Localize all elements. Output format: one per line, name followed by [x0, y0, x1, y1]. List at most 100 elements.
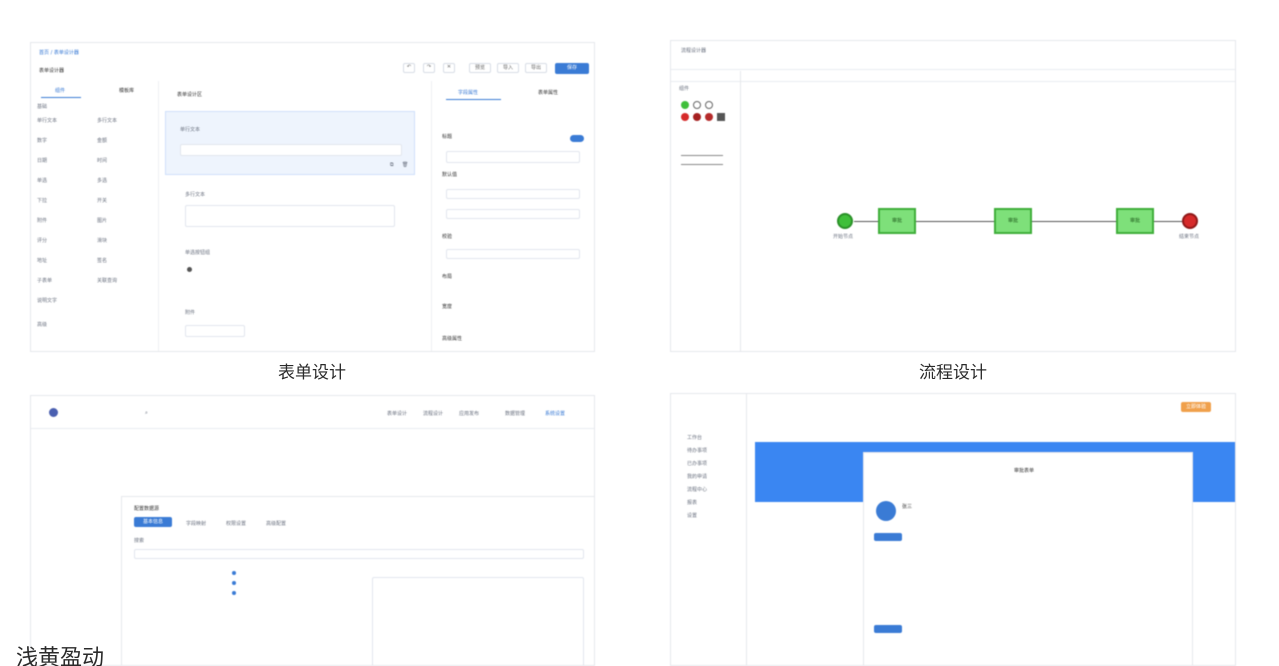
- component-item[interactable]: 时间: [97, 155, 107, 165]
- tab-field-mapping[interactable]: 字段映射: [186, 520, 206, 527]
- sidebar-item[interactable]: 我的申请: [687, 473, 707, 480]
- try-now-button[interactable]: 立即体验: [1181, 402, 1211, 412]
- form-canvas: 表单设计区 单行文本 ⧉ 🗑 多行文本 单选按钮组 附件: [165, 81, 423, 351]
- component-item[interactable]: 开关: [97, 195, 107, 205]
- default-input[interactable]: [446, 189, 580, 199]
- export-button[interactable]: 导出: [525, 63, 547, 73]
- tab-components[interactable]: 组件: [55, 87, 65, 94]
- end-node[interactable]: [1182, 213, 1198, 229]
- task-node[interactable]: 审批: [994, 208, 1032, 234]
- prop-label: 校验: [442, 234, 453, 240]
- radio-icon[interactable]: [187, 267, 192, 272]
- component-item[interactable]: 金额: [97, 135, 107, 145]
- preview-button[interactable]: 预览: [469, 63, 491, 73]
- nav-item[interactable]: 应用发布: [459, 410, 479, 417]
- nav-item[interactable]: 表单设计: [387, 410, 407, 417]
- tab-permissions[interactable]: 权限设置: [226, 520, 246, 527]
- active-tab-indicator: [446, 99, 501, 100]
- error-end-icon[interactable]: [693, 113, 701, 121]
- sequence-flow[interactable]: [854, 221, 878, 222]
- terminate-icon[interactable]: [705, 113, 713, 121]
- tab-form-props[interactable]: 表单属性: [538, 89, 558, 96]
- import-button[interactable]: 导入: [497, 63, 519, 73]
- component-item[interactable]: 签名: [97, 255, 107, 265]
- logo-icon: [49, 408, 58, 417]
- section-tag: [874, 533, 902, 541]
- component-item[interactable]: 滑块: [97, 235, 107, 245]
- overlay-caption: 浅黄盈动: [15, 646, 104, 666]
- start-node-icon[interactable]: [681, 101, 689, 109]
- prop-label: 宽度: [442, 304, 453, 310]
- sequence-flow[interactable]: [1032, 221, 1116, 222]
- task-node[interactable]: 审批: [1116, 208, 1154, 234]
- tab-field-props[interactable]: 字段属性: [458, 89, 478, 96]
- title-input[interactable]: [446, 151, 580, 163]
- radio-icon[interactable]: [232, 591, 236, 595]
- card-title: 审批表单: [1014, 468, 1035, 474]
- preview-area: [372, 577, 584, 665]
- component-item[interactable]: 多选: [97, 175, 107, 185]
- upload-box[interactable]: [185, 325, 245, 337]
- form-card: 审批表单 张三: [863, 452, 1193, 665]
- avatar: [876, 501, 896, 521]
- nav-item-active[interactable]: 系统设置: [545, 410, 565, 417]
- textarea-input[interactable]: [185, 205, 395, 227]
- search-label: 搜索: [134, 538, 145, 544]
- validation-input[interactable]: [446, 249, 580, 259]
- component-item[interactable]: 关联查询: [97, 275, 117, 285]
- sidebar-item[interactable]: 已办事项: [687, 460, 707, 467]
- radio-icon[interactable]: [232, 571, 236, 575]
- redo-icon[interactable]: ↷: [423, 63, 435, 73]
- delete-icon[interactable]: ✕: [443, 63, 455, 73]
- save-button[interactable]: 保存: [555, 63, 589, 74]
- component-item[interactable]: 评分: [37, 235, 47, 245]
- component-item[interactable]: 日期: [37, 155, 47, 165]
- pool-icon[interactable]: [681, 155, 723, 165]
- nav-item[interactable]: 流程设计: [423, 410, 443, 417]
- component-item[interactable]: 地址: [37, 255, 47, 265]
- breadcrumb[interactable]: 首页 / 表单设计器: [39, 49, 79, 56]
- sidebar-item[interactable]: 报表: [687, 499, 697, 506]
- component-item[interactable]: 附件: [37, 215, 47, 225]
- component-item[interactable]: 图片: [97, 215, 107, 225]
- user-name: 张三: [902, 504, 913, 510]
- copy-icon[interactable]: ⧉: [390, 162, 394, 168]
- sidebar-item[interactable]: 流程中心: [687, 486, 707, 493]
- tab-advanced[interactable]: 高级配置: [266, 520, 286, 527]
- selected-field[interactable]: 单行文本 ⧉ 🗑: [165, 111, 415, 175]
- component-item[interactable]: 子表单: [37, 275, 52, 285]
- component-item[interactable]: 单行文本: [37, 115, 57, 125]
- nav-item[interactable]: 数据管理: [505, 410, 525, 417]
- tab-templates[interactable]: 模板库: [119, 87, 134, 94]
- component-item[interactable]: 多行文本: [97, 115, 117, 125]
- default-input-2[interactable]: [446, 209, 580, 219]
- tab-basic-info[interactable]: 基本信息: [134, 517, 172, 527]
- canvas-title: 表单设计区: [177, 92, 203, 98]
- form-designer-screenshot: 首页 / 表单设计器 表单设计器 ↶ ↷ ✕ 预览 导入 导出 保存 组件 模板…: [30, 42, 595, 352]
- sidebar-item[interactable]: 工作台: [687, 434, 702, 441]
- property-panel: 字段属性 表单属性 标题 默认值 校验 布局 宽度 高级属性: [431, 81, 594, 351]
- task-icon[interactable]: [717, 113, 725, 121]
- field-label: 单行文本: [180, 127, 201, 133]
- palette-panel: 组件: [671, 71, 741, 351]
- component-item[interactable]: 数字: [37, 135, 47, 145]
- start-node[interactable]: [837, 213, 853, 229]
- search-icon[interactable]: ⌕: [145, 410, 148, 416]
- end-node-icon[interactable]: [681, 113, 689, 121]
- task-node[interactable]: 审批: [878, 208, 916, 234]
- sequence-flow[interactable]: [1154, 221, 1182, 222]
- sidebar-item[interactable]: 设置: [687, 512, 697, 519]
- radio-icon[interactable]: [232, 581, 236, 585]
- toggle-switch[interactable]: [570, 135, 584, 142]
- component-item[interactable]: 单选: [37, 175, 47, 185]
- event-icon[interactable]: [693, 101, 701, 109]
- component-item[interactable]: 说明文字: [37, 295, 57, 305]
- undo-icon[interactable]: ↶: [403, 63, 415, 73]
- timer-icon[interactable]: [705, 101, 713, 109]
- search-input[interactable]: [134, 549, 584, 559]
- trash-icon[interactable]: 🗑: [402, 162, 408, 168]
- text-input[interactable]: [180, 144, 402, 156]
- sidebar-item[interactable]: 待办事项: [687, 447, 707, 454]
- sequence-flow[interactable]: [916, 221, 994, 222]
- component-item[interactable]: 下拉: [37, 195, 47, 205]
